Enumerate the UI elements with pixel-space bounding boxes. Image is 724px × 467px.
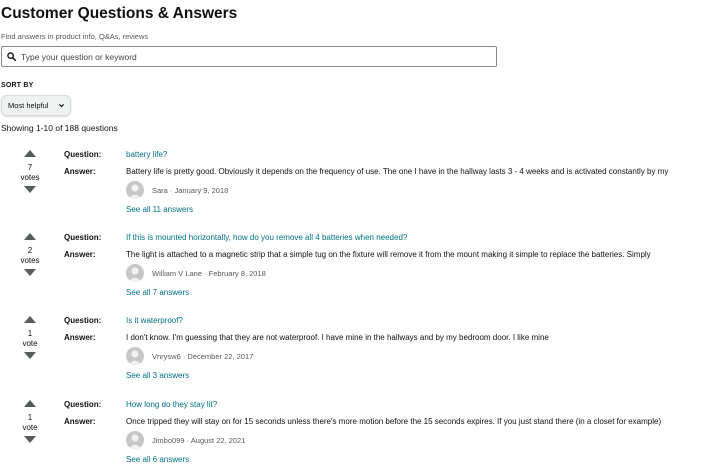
upvote-arrow-icon[interactable]: [24, 400, 36, 407]
question-label: Question:: [64, 400, 102, 409]
vote-word: vote: [22, 339, 38, 348]
question-label: Question:: [64, 316, 102, 325]
downvote-arrow-icon[interactable]: [24, 436, 36, 443]
vote-word: votes: [20, 256, 40, 265]
upvote-arrow-icon[interactable]: [24, 316, 36, 323]
answer-label: Answer:: [64, 333, 96, 342]
avatar: [126, 264, 144, 282]
qa-item: 1 vote Question: Is it waterproof? Answe…: [0, 313, 724, 393]
upvote-arrow-icon[interactable]: [24, 150, 36, 157]
question-link[interactable]: Is it waterproof?: [126, 316, 183, 325]
question-label: Question:: [64, 150, 102, 159]
page-title: Customer Questions & Answers: [1, 5, 238, 22]
see-all-answers-link[interactable]: See all 11 answers: [126, 205, 193, 214]
qa-item: 1 vote Question: How long do they stay l…: [0, 397, 724, 467]
qa-item: 7 votes Question: battery life? Answer: …: [0, 147, 724, 227]
answer-byline: Sara · January 9, 2018: [152, 186, 229, 195]
search-icon: [7, 52, 16, 61]
vote-word: vote: [22, 423, 38, 432]
answer-text: Battery life is pretty good. Obviously i…: [126, 167, 669, 176]
question-link[interactable]: How long do they stay lit?: [126, 400, 217, 409]
answer-byline: William V Lane · February 8, 2018: [152, 269, 266, 278]
downvote-arrow-icon[interactable]: [24, 352, 36, 359]
question-link[interactable]: battery life?: [126, 150, 167, 159]
answer-label: Answer:: [64, 250, 96, 259]
qa-item: 2 votes Question: If this is mounted hor…: [0, 230, 724, 310]
vote-count: 2: [27, 246, 33, 255]
downvote-arrow-icon[interactable]: [24, 186, 36, 193]
vote-count: 7: [27, 163, 33, 172]
answer-label: Answer:: [64, 167, 96, 176]
sort-label: SORT BY: [1, 82, 34, 89]
result-count: Showing 1-10 of 188 questions: [1, 123, 118, 133]
vote-count: 1: [27, 413, 33, 422]
chevron-down-icon: [58, 102, 65, 111]
vote-column: 2 votes: [16, 230, 44, 276]
question-label: Question:: [64, 233, 102, 242]
vote-count: 1: [27, 329, 33, 338]
question-link[interactable]: If this is mounted horizontally, how do …: [126, 233, 407, 242]
vote-column: 1 vote: [16, 397, 44, 443]
see-all-answers-link[interactable]: See all 6 answers: [126, 455, 189, 464]
vote-column: 1 vote: [16, 313, 44, 359]
see-all-answers-link[interactable]: See all 3 answers: [126, 371, 189, 380]
search-input[interactable]: [21, 48, 491, 65]
see-all-answers-link[interactable]: See all 7 answers: [126, 288, 189, 297]
search-hint: Find answers in product info, Q&As, revi…: [1, 32, 149, 41]
avatar: [126, 431, 144, 449]
sort-selected-value: Most helpful: [8, 101, 49, 110]
answer-byline: Vnrysw6 · December 22, 2017: [152, 352, 254, 361]
vote-word: votes: [20, 173, 40, 182]
avatar: [126, 347, 144, 365]
answer-byline: Jimbo099 · August 22, 2021: [152, 436, 246, 445]
answer-label: Answer:: [64, 417, 96, 426]
downvote-arrow-icon[interactable]: [24, 269, 36, 276]
upvote-arrow-icon[interactable]: [24, 233, 36, 240]
answer-text: Once tripped they will stay on for 15 se…: [126, 417, 662, 426]
search-box[interactable]: [1, 46, 497, 67]
avatar: [126, 181, 144, 199]
answer-text: The light is attached to a magnetic stri…: [126, 250, 651, 259]
vote-column: 7 votes: [16, 147, 44, 193]
answer-text: I don't know. I'm guessing that they are…: [126, 333, 549, 342]
sort-dropdown[interactable]: Most helpful: [1, 95, 71, 116]
